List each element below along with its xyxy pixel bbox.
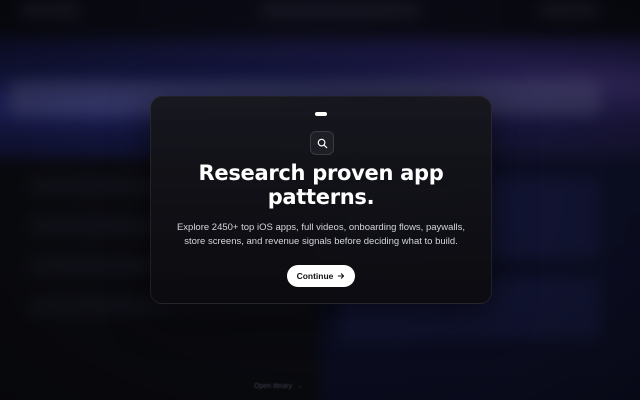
background-footer-link: Open library → [254,383,303,390]
modal-title: Research proven app patterns. [198,161,444,209]
continue-button-label: Continue [296,271,334,281]
arrow-right-icon [338,273,345,279]
continue-button[interactable]: Continue [287,265,355,287]
background-footer-arrow: → [296,383,304,390]
search-icon-tile [310,131,334,155]
modal-drag-handle[interactable] [315,112,327,116]
screen: Open library → Research proven app patte… [0,0,640,400]
search-icon [317,138,327,148]
modal-description: Explore 2450+ top iOS apps, full videos,… [176,222,466,247]
onboarding-modal: Research proven app patterns. Explore 24… [150,96,492,304]
background-footer-text: Open library [254,383,293,390]
